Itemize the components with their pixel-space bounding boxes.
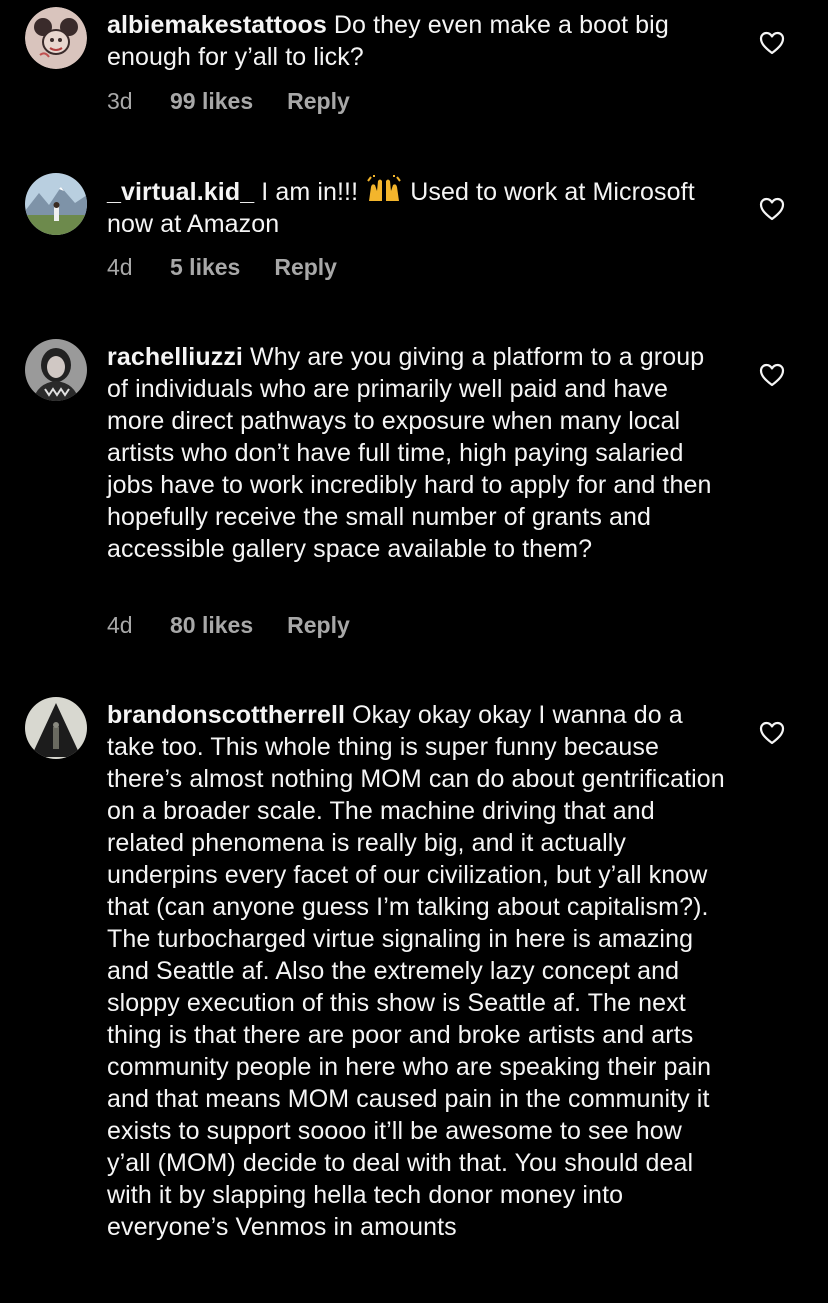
comment-body: _virtual.kid_ I am in!!! Used to work at… bbox=[107, 175, 727, 240]
comment-text: Why are you giving a platform to a group… bbox=[107, 343, 712, 563]
comment-likes[interactable]: 80 likes bbox=[170, 612, 253, 639]
heart-outline-icon[interactable] bbox=[759, 197, 785, 221]
cartoon-mouse-avatar[interactable] bbox=[25, 7, 87, 69]
comment-username[interactable]: _virtual.kid_ bbox=[107, 178, 254, 206]
comment-item: brandonscottherrell Okay okay okay I wan… bbox=[0, 697, 828, 1303]
comment-text: I am in!!! bbox=[254, 178, 366, 206]
mountain-landscape-avatar[interactable] bbox=[25, 173, 87, 235]
comment-body: albiemakestattoos Do they even make a bo… bbox=[107, 9, 727, 73]
comment-likes[interactable]: 99 likes bbox=[170, 88, 253, 115]
comment-likes[interactable]: 5 likes bbox=[170, 254, 240, 281]
comment-time: 4d bbox=[107, 254, 133, 280]
comment-meta: 4d 80 likes Reply bbox=[107, 612, 350, 639]
comment-body: brandonscottherrell Okay okay okay I wan… bbox=[107, 699, 727, 1243]
reply-button[interactable]: Reply bbox=[287, 88, 350, 115]
heart-outline-icon[interactable] bbox=[759, 363, 785, 387]
reply-button[interactable]: Reply bbox=[274, 254, 337, 281]
comment-text: Okay okay okay I wanna do a take too. Th… bbox=[107, 701, 725, 1241]
comment-time: 4d bbox=[107, 612, 133, 638]
comment-item: albiemakestattoos Do they even make a bo… bbox=[0, 7, 828, 127]
comment-meta: 4d 5 likes Reply bbox=[107, 254, 337, 281]
comment-username[interactable]: rachelliuzzi bbox=[107, 343, 243, 371]
raising-hands-emoji bbox=[365, 175, 403, 201]
comment-item: _virtual.kid_ I am in!!! Used to work at… bbox=[0, 173, 828, 293]
portrait-avatar[interactable] bbox=[25, 339, 87, 401]
triangle-figure-avatar[interactable] bbox=[25, 697, 87, 759]
comment-body: rachelliuzzi Why are you giving a platfo… bbox=[107, 341, 727, 565]
comment-meta: 3d 99 likes Reply bbox=[107, 88, 350, 115]
comment-username[interactable]: brandonscottherrell bbox=[107, 701, 345, 729]
heart-outline-icon[interactable] bbox=[759, 31, 785, 55]
comment-username[interactable]: albiemakestattoos bbox=[107, 11, 327, 39]
comment-time: 3d bbox=[107, 88, 133, 114]
comment-item: rachelliuzzi Why are you giving a platfo… bbox=[0, 339, 828, 639]
heart-outline-icon[interactable] bbox=[759, 721, 785, 745]
reply-button[interactable]: Reply bbox=[287, 612, 350, 639]
